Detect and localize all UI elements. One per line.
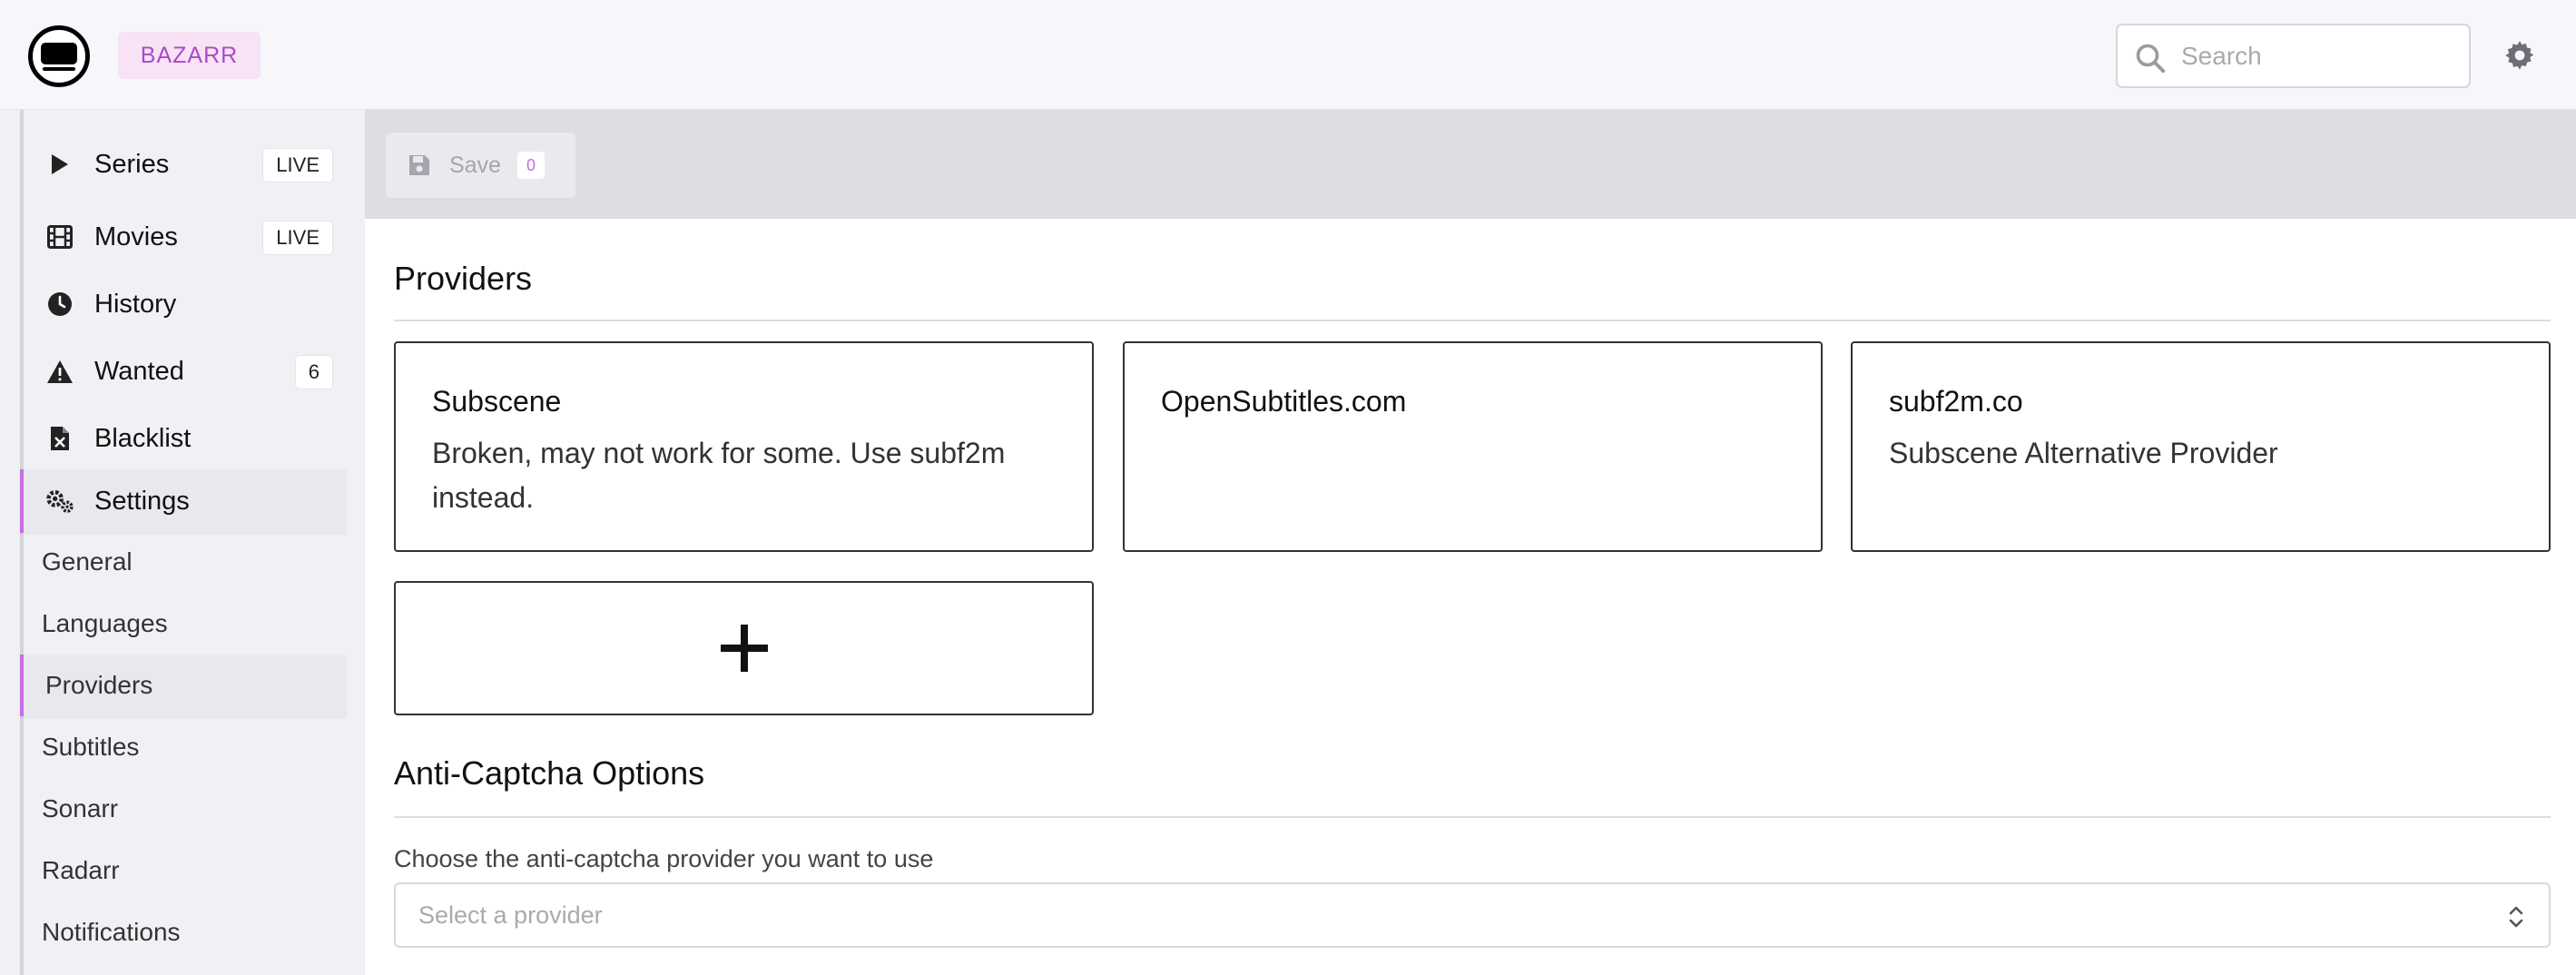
sidebar-item-label: History <box>94 289 177 319</box>
file-excel-icon <box>45 424 74 453</box>
brand-badge[interactable]: BAZARR <box>118 32 261 79</box>
settings-sub-notifications[interactable]: Notifications <box>24 901 346 963</box>
provider-name: subf2m.co <box>1889 385 2023 418</box>
floppy-disk-icon <box>409 155 429 175</box>
settings-sub-providers[interactable]: Providers <box>20 655 346 716</box>
bazarr-logo-icon[interactable] <box>28 25 90 87</box>
providers-title: Providers <box>394 260 533 297</box>
chevron-up-down-icon <box>2509 906 2523 928</box>
cogs-icon <box>45 487 74 516</box>
toolbar <box>365 110 2576 219</box>
provider-card-subscene[interactable]: Subscene Broken, may not work for some. … <box>394 341 1094 552</box>
film-icon <box>45 222 74 251</box>
sidebar-item-series[interactable]: Series LIVE <box>24 133 346 196</box>
search-box[interactable] <box>2116 24 2471 88</box>
play-icon <box>45 150 74 179</box>
sidebar-item-history[interactable]: History <box>24 272 346 336</box>
sidebar-item-wanted[interactable]: Wanted 6 <box>24 340 346 403</box>
search-icon <box>2136 44 2166 74</box>
wanted-count-badge: 6 <box>294 355 333 389</box>
warning-icon <box>45 357 74 386</box>
sidebar-item-label: Blacklist <box>94 423 192 453</box>
add-provider-button[interactable] <box>394 581 1094 715</box>
settings-sub-sonarr[interactable]: Sonarr <box>24 778 346 840</box>
sidebar-item-settings[interactable]: Settings <box>20 469 346 533</box>
sidebar-item-label: Series <box>94 149 170 179</box>
provider-card-opensubtitles[interactable]: OpenSubtitles.com <box>1123 341 1823 552</box>
anticaptcha-select[interactable]: Select a provider <box>394 882 2551 948</box>
save-label: Save <box>449 152 501 178</box>
select-placeholder: Select a provider <box>418 901 603 929</box>
search-input[interactable] <box>2181 34 2453 78</box>
live-badge: LIVE <box>262 221 333 255</box>
clock-icon <box>45 290 74 319</box>
live-badge: LIVE <box>262 148 333 182</box>
settings-sub-general[interactable]: General <box>24 531 346 593</box>
provider-name: OpenSubtitles.com <box>1161 385 1407 418</box>
anticaptcha-label: Choose the anti-captcha provider you wan… <box>394 845 934 872</box>
provider-name: Subscene <box>432 385 562 418</box>
anticaptcha-divider <box>394 816 2551 818</box>
settings-sub-languages[interactable]: Languages <box>24 593 346 655</box>
providers-divider <box>394 320 2551 321</box>
top-header: BAZARR <box>0 0 2576 110</box>
sidebar-item-label: Settings <box>94 486 190 516</box>
sidebar-item-label: Wanted <box>94 356 184 386</box>
save-button[interactable]: Save 0 <box>386 133 575 198</box>
plus-icon <box>720 625 768 672</box>
settings-sub-subtitles[interactable]: Subtitles <box>24 716 346 778</box>
gear-icon[interactable] <box>2503 39 2536 72</box>
provider-card-subf2m[interactable]: subf2m.co Subscene Alternative Provider <box>1851 341 2551 552</box>
settings-sub-radarr[interactable]: Radarr <box>24 840 346 901</box>
sidebar-item-movies[interactable]: Movies LIVE <box>24 205 346 269</box>
sidebar-item-label: Movies <box>94 222 178 251</box>
anticaptcha-title: Anti-Captcha Options <box>394 754 705 792</box>
save-count-badge: 0 <box>516 152 545 179</box>
provider-description: Subscene Alternative Provider <box>1889 437 2278 469</box>
sidebar-item-blacklist[interactable]: Blacklist <box>24 407 346 470</box>
provider-description: Broken, may not work for some. Use subf2… <box>432 437 1006 514</box>
